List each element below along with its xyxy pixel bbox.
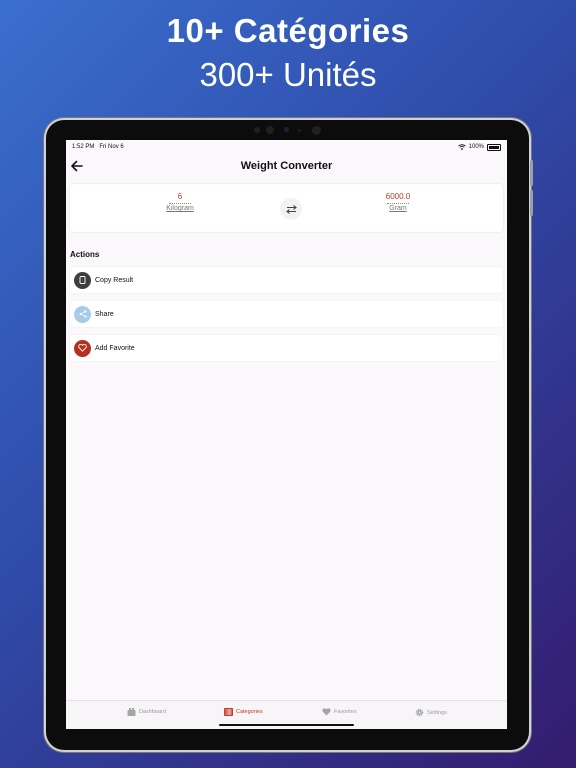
to-unit-selector[interactable]: Gram <box>358 205 438 212</box>
volume-up-button <box>530 160 533 186</box>
tab-favorites[interactable]: Favorites <box>322 708 357 716</box>
from-value-input[interactable]: 6 <box>140 192 220 201</box>
copy-result-label: Copy Result <box>95 276 134 284</box>
tab-dashboard-label: Dashboard <box>139 709 166 715</box>
tab-settings[interactable]: Settings <box>415 708 447 717</box>
wifi-icon <box>457 144 466 150</box>
tab-favorites-label: Favorites <box>334 709 357 715</box>
status-bar: 1:52 PM Fri Nov 6 100% <box>72 142 501 152</box>
swap-button[interactable] <box>280 198 302 220</box>
share-icon <box>74 305 91 323</box>
copy-icon <box>74 271 91 289</box>
add-favorite-button[interactable]: Add Favorite <box>70 335 503 361</box>
heart-icon <box>322 708 331 716</box>
page-title: Weight Converter <box>240 160 333 172</box>
dashboard-icon <box>127 708 136 716</box>
tab-settings-label: Settings <box>427 709 447 716</box>
battery-percent: 100% <box>468 144 484 150</box>
list-icon <box>224 708 233 716</box>
swap-arrows-icon <box>285 204 297 214</box>
status-time: 1:52 PM <box>72 144 95 150</box>
to-value-output: 6000.0 <box>385 192 411 201</box>
app-screen: 1:52 PM Fri Nov 6 100% Weight Converter <box>66 140 507 729</box>
to-unit[interactable]: 6000.0 Gram <box>358 192 438 212</box>
tab-categories-label: Categories <box>236 709 263 715</box>
tab-dashboard[interactable]: Dashboard <box>127 708 166 716</box>
from-unit[interactable]: 6 Kilogram <box>140 192 220 212</box>
promo-subtitle: 300+ Unités <box>199 56 377 93</box>
from-unit-selector[interactable]: Kilogram <box>140 205 220 212</box>
copy-result-button[interactable]: Copy Result <box>70 267 503 293</box>
tab-bar: Dashboard Categories Favorites Settings <box>66 700 507 729</box>
camera-bar <box>246 126 326 136</box>
share-label: Share <box>95 310 114 318</box>
volume-down-button <box>530 190 533 216</box>
home-indicator[interactable] <box>219 724 354 726</box>
converter-card: 6 Kilogram 6000.0 Gram <box>70 184 503 232</box>
add-favorite-label: Add Favorite <box>95 344 135 352</box>
ipad-frame: 1:52 PM Fri Nov 6 100% Weight Converter <box>46 120 533 750</box>
status-date: Fri Nov 6 <box>99 144 124 150</box>
share-button[interactable]: Share <box>70 301 503 327</box>
promo-title: 10+ Catégories <box>166 12 410 49</box>
tab-categories[interactable]: Categories <box>224 708 263 716</box>
nav-header: Weight Converter <box>66 154 507 184</box>
actions-section-label: Actions <box>70 250 100 259</box>
heart-icon <box>74 339 91 357</box>
battery-icon <box>487 143 501 151</box>
gear-icon <box>415 708 424 717</box>
